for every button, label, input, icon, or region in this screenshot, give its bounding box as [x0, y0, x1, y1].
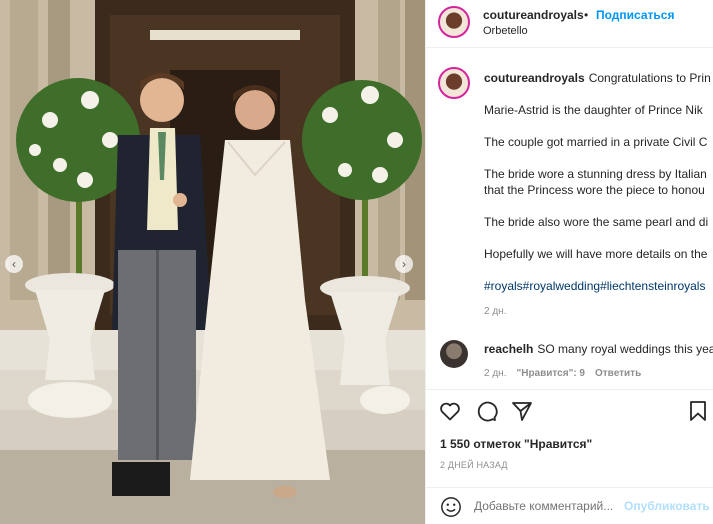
comment-likes-link[interactable]: "Нравится": 9: [516, 368, 585, 379]
caption-author-avatar[interactable]: [438, 67, 470, 99]
post-side-panel: coutureandroyals • Подписаться Orbetello…: [425, 0, 713, 524]
add-comment-row: Опубликовать: [426, 487, 713, 524]
comment-icon: [477, 401, 498, 422]
comments-list[interactable]: coutureandroyals Congratulations to Prin …: [426, 49, 713, 389]
likes-count[interactable]: 1 550 отметок "Нравится": [440, 437, 592, 451]
comment-text-row: reachelh SO many royal weddings this yea: [484, 342, 713, 356]
share-button[interactable]: [510, 399, 534, 423]
post-header: coutureandroyals • Подписаться Orbetello: [426, 0, 713, 48]
carousel-prev-button[interactable]: ‹: [5, 255, 23, 273]
caption-line: The bride wore a stunning dress by Itali…: [484, 167, 707, 181]
comment-time[interactable]: 2 дн.: [484, 368, 506, 379]
heart-icon: [440, 402, 460, 421]
post-actions: 1 550 отметок "Нравится" 2 ДНЕЙ НАЗАД Оп…: [426, 389, 713, 524]
caption-username[interactable]: coutureandroyals: [484, 71, 585, 85]
add-comment-input[interactable]: [474, 499, 624, 513]
post-time[interactable]: 2 ДНЕЙ НАЗАД: [440, 460, 508, 470]
caption-line: Marie-Astrid is the daughter of Prince N…: [484, 103, 703, 117]
comment-meta: 2 дн. "Нравится": 9 Ответить: [484, 368, 641, 379]
caption-line: Hopefully we will have more details on t…: [484, 247, 708, 261]
commenter-avatar[interactable]: [440, 340, 468, 368]
follow-button[interactable]: Подписаться: [596, 8, 674, 22]
publish-button[interactable]: Опубликовать: [624, 499, 710, 513]
caption-line: The bride also wore the same pearl and d…: [484, 215, 709, 229]
wedding-photo-illustration: [0, 0, 425, 524]
author-username[interactable]: coutureandroyals: [483, 8, 584, 22]
caption-first-line: coutureandroyals Congratulations to Prin: [484, 71, 711, 85]
caption-time[interactable]: 2 дн.: [484, 306, 506, 317]
save-button[interactable]: [686, 399, 710, 423]
comment-button[interactable]: [474, 399, 498, 423]
comment-reply-button[interactable]: Ответить: [595, 368, 641, 379]
separator-dot: •: [584, 8, 589, 22]
post-photo[interactable]: ‹ ›: [0, 0, 425, 524]
chevron-right-icon: ›: [402, 257, 406, 271]
commenter-username[interactable]: reachelh: [484, 342, 533, 356]
caption-hashtags[interactable]: #royals#royalwedding#liechtensteinroyals: [484, 279, 705, 293]
bookmark-icon: [690, 401, 706, 421]
emoji-button[interactable]: [440, 496, 462, 521]
carousel-next-button[interactable]: ›: [395, 255, 413, 273]
like-button[interactable]: [438, 399, 462, 423]
caption-line: Congratulations to Prin: [588, 71, 711, 85]
caption-line: The couple got married in a private Civi…: [484, 135, 708, 149]
share-icon: [512, 402, 532, 421]
caption-line: that the Princess wore the piece to hono…: [484, 183, 705, 197]
author-avatar[interactable]: [438, 6, 470, 38]
chevron-left-icon: ‹: [12, 257, 16, 271]
emoji-icon: [441, 497, 461, 517]
comment-text: SO many royal weddings this yea: [537, 342, 713, 356]
post-location[interactable]: Orbetello: [483, 25, 528, 37]
